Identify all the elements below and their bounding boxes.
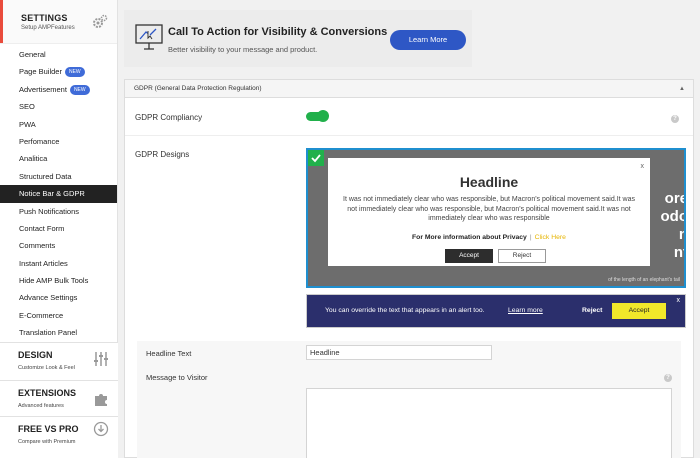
panel-header[interactable]: GDPR (General Data Protection Regulation… [125,80,693,98]
modal-accept-button[interactable]: Accept [445,249,493,263]
sidebar-item-performance[interactable]: Perfomance [0,133,117,150]
cta-subtitle: Better visibility to your message and pr… [168,45,318,54]
sidebar-item-label: Push Notifications [19,206,80,216]
sidebar-item-label: Page Builder [19,67,62,77]
selected-check-icon [308,150,324,166]
free-vs-pro-subtitle: Compare with Premium [18,439,76,445]
gdpr-design-2-option[interactable]: You can override the text that appears i… [306,294,686,328]
background-text: nt [673,244,684,261]
sidebar-item-label: Instant Articles [19,258,68,268]
help-icon[interactable]: ? [664,374,672,382]
extensions-title: EXTENSIONS [18,388,77,398]
sidebar-design[interactable]: DESIGN Customize Look & Feel [0,342,118,380]
sidebar-item-label: E-Commerce [19,310,64,320]
sidebar-item-label: Comments [19,241,56,251]
gdpr-text-settings: Headline Text Headline Message to Visito… [137,341,681,458]
extensions-subtitle: Advanced features [18,403,64,409]
sidebar-item-label: Hide AMP Bulk Tools [19,276,89,286]
sidebar-free-vs-pro[interactable]: FREE VS PRO Compare with Premium [0,416,118,458]
sidebar-item-comments[interactable]: Comments [0,237,117,254]
bar-message: You can override the text that appears i… [325,307,485,314]
gdpr-designs-label: GDPR Designs [135,150,190,159]
sidebar-item-label: Structured Data [19,171,72,181]
sidebar-menu: General Page Builder NEW Advertisement NEW… [0,44,117,342]
modal-message: It was not immediately clear who was res… [343,196,635,222]
learn-more-button[interactable]: Learn More [390,30,466,50]
sidebar-extensions[interactable]: EXTENSIONS Advanced features [0,380,118,416]
sidebar-item-seo[interactable]: SEO [0,98,117,115]
click-here-link[interactable]: Click Here [535,234,566,241]
sidebar-item-label: Notice Bar & GDPR [19,189,85,199]
design-subtitle: Customize Look & Feel [18,365,75,371]
close-icon[interactable]: x [677,297,681,304]
background-text: n [679,226,684,243]
bar-accept-button[interactable]: Accept [612,303,666,319]
gdpr-panel: GDPR (General Data Protection Regulation… [124,79,694,458]
privacy-info-text: For More information about Privacy [412,234,527,241]
sidebar-item-instant-articles[interactable]: Instant Articles [0,255,117,272]
sidebar-item-notice-bar-gdpr[interactable]: Notice Bar & GDPR [0,185,117,203]
download-circle-icon [93,421,109,437]
sidebar-item-e-commerce[interactable]: E-Commerce [0,307,117,324]
sidebar-item-contact-form[interactable]: Contact Form [0,220,117,237]
privacy-info: For More information about Privacy | Click… [328,234,650,241]
sidebar-item-pwa[interactable]: PWA [0,116,117,133]
gdpr-compliancy-toggle[interactable] [306,110,329,122]
gdpr-design-1-option[interactable]: ore odo n nt of the length of an elephan… [306,148,686,288]
panel-title: GDPR (General Data Protection Regulation… [134,85,262,92]
modal-reject-button[interactable]: Reject [498,249,546,263]
gdpr-compliancy-label: GDPR Compliancy [135,113,203,122]
sidebar-item-label: PWA [19,119,36,129]
sidebar-item-advance-settings[interactable]: Advance Settings [0,289,117,306]
new-badge: NEW [69,84,90,95]
message-to-visitor-label: Message to Visitor [146,373,208,382]
sidebar-item-label: General [19,50,46,59]
sidebar-item-page-builder[interactable]: Page Builder NEW [0,63,117,80]
sliders-icon [94,352,108,366]
toggle-knob [317,110,329,122]
sidebar-item-general[interactable]: General [0,46,117,63]
sidebar-item-label: Contact Form [19,223,65,233]
close-icon[interactable]: x [641,163,645,170]
sidebar-item-hide-amp-bulk-tools[interactable]: Hide AMP Bulk Tools [0,272,117,289]
gdpr-modal-preview: x Headline It was not immediately clear … [328,158,650,266]
background-text: odo [660,208,686,225]
sidebar: SETTINGS Setup AMPFeatures General Page … [0,0,118,458]
background-caption: of the length of an elephant's tail [608,277,680,283]
sidebar-item-label: Analitica [19,154,48,164]
help-icon[interactable]: ? [671,115,679,123]
monitor-cursor-icon [135,24,163,50]
headline-text-label: Headline Text [146,349,192,358]
background-text: ore [664,190,686,207]
sidebar-item-advertisement[interactable]: Advertisement NEW [0,81,117,98]
sidebar-item-label: SEO [19,102,35,112]
puzzle-icon [95,394,107,406]
design-title: DESIGN [18,350,53,360]
cta-banner: Call To Action for Visibility & Conversi… [124,10,472,67]
row-divider [125,135,693,136]
sidebar-item-label: Translation Panel [19,328,78,338]
cta-title: Call To Action for Visibility & Conversi… [168,26,388,38]
sidebar-item-label: Advertisement [19,84,67,94]
collapse-caret-icon[interactable]: ▲ [679,80,685,98]
free-vs-pro-title: FREE VS PRO [18,424,79,434]
headline-text-input[interactable]: Headline [306,345,492,360]
sidebar-item-label: Advance Settings [19,293,78,303]
gears-icon [93,14,108,28]
settings-section[interactable]: SETTINGS Setup AMPFeatures [0,0,117,44]
sidebar-item-analytics[interactable]: Analitica [0,150,117,167]
sidebar-item-structured-data[interactable]: Structured Data [0,168,117,185]
sidebar-item-label: Perfomance [19,136,60,146]
modal-headline: Headline [459,174,519,190]
sidebar-item-push-notifications[interactable]: Push Notifications [0,203,117,220]
sidebar-item-translation-panel[interactable]: Translation Panel [0,324,117,341]
separator: | [529,234,532,241]
message-to-visitor-textarea[interactable] [306,388,672,458]
bar-learn-more-link[interactable]: Learn more [508,307,543,314]
new-badge: NEW [64,67,85,78]
settings-header[interactable]: SETTINGS Setup AMPFeatures [0,0,117,43]
bar-reject-button[interactable]: Reject [582,307,602,314]
